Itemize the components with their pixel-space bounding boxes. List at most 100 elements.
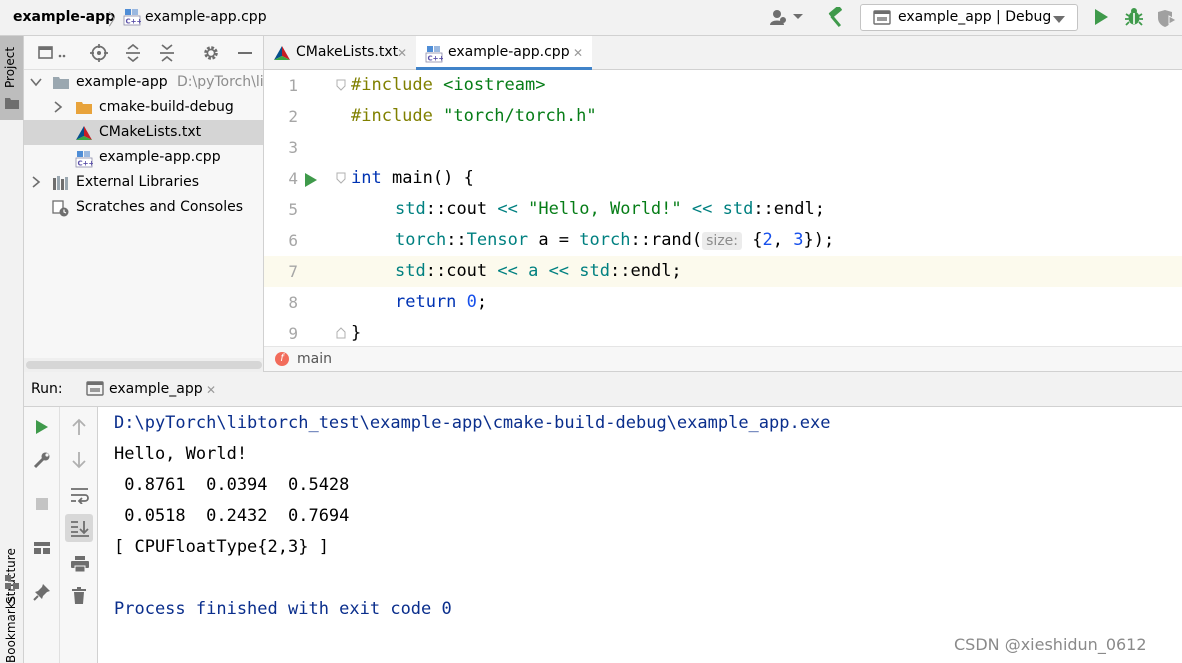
console-output[interactable]: D:\pyTorch\libtorch_test\example-app\cma… bbox=[98, 407, 1182, 663]
code-line-current[interactable]: 7 std::cout << a << std::endl; bbox=[264, 256, 1182, 287]
fold-marker-icon[interactable] bbox=[336, 172, 346, 188]
user-icon[interactable] bbox=[770, 8, 790, 30]
chevron-right-icon[interactable] bbox=[30, 176, 42, 192]
code-line[interactable]: 3 bbox=[264, 132, 1182, 163]
line-number: 5 bbox=[288, 200, 298, 219]
close-icon[interactable]: ✕ bbox=[397, 46, 407, 60]
close-icon[interactable]: ✕ bbox=[573, 46, 583, 60]
breadcrumb-file[interactable]: example-app.cpp bbox=[145, 9, 267, 25]
code-line[interactable]: 2 #include "torch/torch.h" bbox=[264, 101, 1182, 132]
run-icon[interactable] bbox=[1093, 8, 1109, 30]
code-line[interactable]: 8 return 0; bbox=[264, 287, 1182, 318]
svg-text:C++: C++ bbox=[78, 160, 94, 168]
project-toolbar bbox=[24, 36, 263, 70]
breadcrumb-function[interactable]: main bbox=[297, 351, 332, 367]
wrench-icon[interactable] bbox=[33, 451, 51, 473]
tree-row-cmake-build-debug[interactable]: cmake-build-debug bbox=[24, 95, 263, 120]
fold-marker-icon[interactable] bbox=[336, 79, 346, 95]
console-line: 0.8761 0.0394 0.5428 bbox=[114, 475, 350, 495]
stop-icon[interactable] bbox=[34, 496, 50, 516]
trash-icon[interactable] bbox=[71, 587, 87, 609]
arrow-up-icon[interactable] bbox=[71, 418, 87, 440]
code-editor[interactable]: 1 #include <iostream> 2 #include "torch/… bbox=[264, 70, 1182, 346]
view-selector-icon[interactable] bbox=[38, 44, 70, 66]
code-line[interactable]: 5 std::cout << "Hello, World!" << std::e… bbox=[264, 194, 1182, 225]
project-tool-label: Project bbox=[3, 46, 17, 88]
scrollbar-thumb[interactable] bbox=[26, 361, 262, 369]
rerun-icon[interactable] bbox=[34, 418, 50, 440]
close-icon[interactable]: ✕ bbox=[206, 383, 216, 397]
structure-icon bbox=[4, 574, 20, 594]
project-tool-button[interactable]: Project bbox=[0, 36, 23, 120]
scroll-to-end-icon[interactable] bbox=[70, 519, 90, 541]
chevron-down-icon bbox=[1052, 13, 1066, 29]
code-line[interactable]: 4 int main() { bbox=[264, 163, 1182, 194]
cpp-file-icon: C++ bbox=[425, 45, 445, 67]
locate-file-icon[interactable] bbox=[90, 44, 108, 66]
line-number: 8 bbox=[288, 293, 298, 312]
minimize-icon[interactable] bbox=[236, 44, 254, 66]
collapse-all-icon[interactable] bbox=[158, 44, 176, 66]
code-line[interactable]: 6 torch::Tensor a = torch::rand(size: {2… bbox=[264, 225, 1182, 256]
run-tab-example-app[interactable]: example_app ✕ bbox=[84, 372, 252, 407]
editor-breadcrumb: f main bbox=[264, 346, 1182, 372]
gear-icon[interactable] bbox=[202, 44, 220, 66]
print-icon[interactable] bbox=[70, 555, 90, 577]
code-text: std::cout << a << std::endl; bbox=[395, 261, 682, 281]
breadcrumb-project[interactable]: example-app bbox=[13, 9, 115, 25]
code-text: #include <iostream> bbox=[351, 75, 546, 95]
tab-label: example-app.cpp bbox=[448, 44, 570, 60]
bookmarks-tool-button[interactable]: Bookmarks bbox=[4, 596, 18, 663]
project-horizontal-scrollbar[interactable] bbox=[24, 358, 263, 372]
code-line[interactable]: 9 } bbox=[264, 318, 1182, 346]
tree-label: cmake-build-debug bbox=[99, 99, 234, 115]
line-number: 3 bbox=[288, 138, 298, 157]
tree-row-cmakelists[interactable]: CMakeLists.txt bbox=[24, 120, 263, 145]
parameter-hint: size: bbox=[702, 232, 743, 250]
chevron-right-icon[interactable] bbox=[52, 101, 64, 117]
run-tab-label: example_app bbox=[109, 381, 203, 397]
console-line: Hello, World! bbox=[114, 444, 248, 464]
tree-label: External Libraries bbox=[76, 174, 199, 190]
navigation-bar: example-app 〉 C++ example-app.cpp exampl… bbox=[0, 0, 1182, 36]
code-line[interactable]: 1 #include <iostream> bbox=[264, 70, 1182, 101]
tab-cmakelists[interactable]: CMakeLists.txt ✕ bbox=[264, 36, 416, 70]
console-line-exit: Process finished with exit code 0 bbox=[114, 599, 452, 619]
fold-marker-icon[interactable] bbox=[336, 327, 346, 343]
cpp-file-icon: C++ bbox=[123, 8, 143, 30]
layout-icon[interactable] bbox=[33, 540, 51, 560]
tree-row-scratches[interactable]: Scratches and Consoles bbox=[24, 195, 263, 220]
cmake-icon bbox=[75, 125, 93, 145]
run-toolbar-primary bbox=[24, 407, 60, 663]
soft-wrap-icon[interactable] bbox=[70, 486, 90, 508]
function-icon: f bbox=[275, 352, 289, 366]
line-number: 6 bbox=[288, 231, 298, 250]
tree-row-root[interactable]: example-app D:\pyTorch\libtorch_test\exa… bbox=[24, 70, 264, 95]
cmake-target-icon bbox=[873, 10, 891, 30]
code-text: } bbox=[351, 323, 362, 343]
tree-row-external-libraries[interactable]: External Libraries bbox=[24, 170, 263, 195]
line-number: 9 bbox=[288, 324, 298, 343]
watermark: CSDN @xieshidun_0612 bbox=[954, 635, 1147, 654]
chevron-down-icon[interactable] bbox=[792, 8, 804, 28]
code-text: std::cout << "Hello, World!" << std::end… bbox=[395, 199, 825, 219]
tree-row-example-app-cpp[interactable]: C++ example-app.cpp bbox=[24, 145, 263, 170]
arrow-down-icon[interactable] bbox=[71, 451, 87, 473]
pin-icon[interactable] bbox=[33, 583, 51, 605]
debug-bug-icon[interactable] bbox=[1124, 7, 1144, 31]
project-tool-window: example-app D:\pyTorch\libtorch_test\exa… bbox=[24, 36, 264, 372]
code-text: int main() { bbox=[351, 168, 474, 188]
tree-path-root: D:\pyTorch\libtorch_test\example-app bbox=[177, 74, 264, 90]
breadcrumb-separator: 〉 bbox=[108, 10, 125, 29]
run-configuration-selector[interactable]: example_app | Debug bbox=[860, 4, 1078, 31]
chevron-down-icon[interactable] bbox=[30, 76, 42, 92]
code-text: #include "torch/torch.h" bbox=[351, 106, 597, 126]
expand-all-icon[interactable] bbox=[124, 43, 142, 66]
run-gutter-icon[interactable] bbox=[304, 172, 318, 192]
line-number: 4 bbox=[288, 169, 298, 188]
coverage-shield-icon[interactable] bbox=[1157, 8, 1178, 32]
build-hammer-icon[interactable] bbox=[825, 5, 847, 33]
tab-example-app-cpp[interactable]: C++ example-app.cpp ✕ bbox=[416, 36, 592, 70]
tree-label-root: example-app bbox=[76, 74, 168, 90]
console-line-command: D:\pyTorch\libtorch_test\example-app\cma… bbox=[114, 413, 831, 433]
